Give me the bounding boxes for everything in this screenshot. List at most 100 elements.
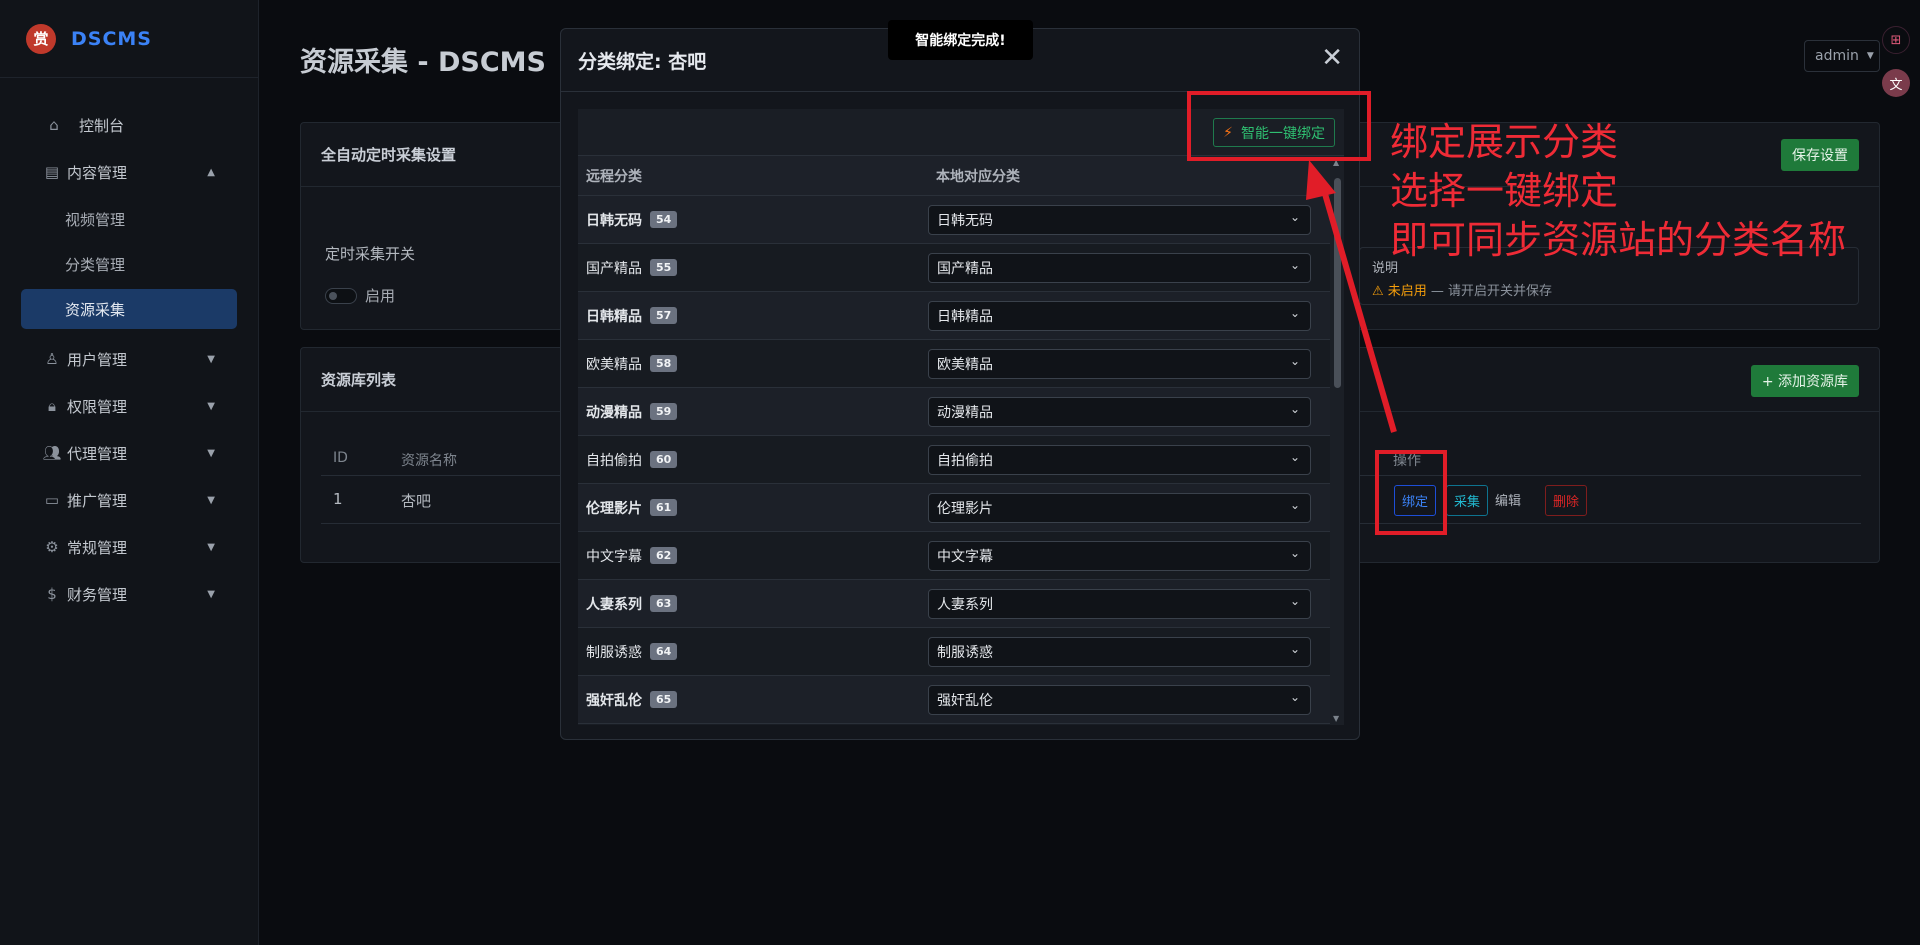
local-category-select[interactable]: 制服诱惑 ⌄ [928, 636, 1311, 667]
scroll-down-icon[interactable]: ▼ [1333, 714, 1339, 723]
caret-down-icon: ▼ [1866, 51, 1874, 61]
local-category-select[interactable]: 自拍偷拍 ⌄ [928, 444, 1311, 475]
binding-rows: 日韩无码 54 日韩无码 ⌄ 国产精品 55 国产精品 ⌄ 日韩精品 57 日韩精品 ⌄ 欧美精品 58 欧… [578, 196, 1344, 724]
caret-up-icon: ▲ [207, 166, 215, 178]
remote-category: 动漫精品 59 [578, 402, 928, 422]
scroll-thumb[interactable] [1334, 178, 1341, 388]
row-name: 杏吧 [401, 492, 432, 510]
local-category-select[interactable]: 人妻系列 ⌄ [928, 588, 1311, 619]
brand[interactable]: 赏 DSCMS [0, 0, 258, 78]
remote-category: 欧美精品 58 [578, 354, 928, 374]
sidebar-item-videos[interactable]: 视频管理 [21, 199, 237, 239]
chevron-down-icon: ⌄ [1289, 449, 1300, 464]
table-row: 动漫精品 59 动漫精品 ⌄ [578, 388, 1344, 436]
close-icon[interactable]: ✕ [1321, 45, 1343, 71]
sidebar-item-general[interactable]: ⚙ 常规管理 ▼ [21, 527, 237, 567]
category-id-badge: 61 [650, 499, 678, 516]
remote-category: 日韩精品 57 [578, 306, 928, 326]
film-icon: ▤ [44, 163, 60, 181]
annotation-box-smart [1187, 91, 1371, 161]
local-category-select[interactable]: 伦理影片 ⌄ [928, 492, 1311, 523]
sidebar-item-categories[interactable]: 分类管理 [21, 244, 237, 284]
lock-icon: 🔒︎ [48, 397, 56, 415]
local-category-select[interactable]: 日韩无码 ⌄ [928, 204, 1311, 235]
note-text: — 请开启开关并保存 [1426, 284, 1553, 299]
binding-table-panel: ⚡︎ 智能一键绑定 远程分类 本地对应分类 日韩无码 54 日韩无码 ⌄ 国产精品 55 国… [578, 109, 1344, 725]
local-category-select[interactable]: 国产精品 ⌄ [928, 252, 1311, 283]
remote-category-name: 制服诱惑 [586, 644, 642, 661]
caret-down-icon: ▼ [207, 541, 215, 553]
col-name: 资源名称 [401, 453, 457, 469]
select-value: 日韩精品 [937, 308, 993, 325]
sidebar-item-label: 用户管理 [67, 350, 128, 369]
schedule-toggle[interactable]: 启用 [325, 285, 395, 306]
local-category-select[interactable]: 欧美精品 ⌄ [928, 348, 1311, 379]
select-value: 制服诱惑 [937, 644, 993, 661]
annotation-line: 选择一键绑定 [1390, 169, 1619, 213]
dollar-icon: $ [47, 585, 57, 603]
remote-category-name: 国产精品 [586, 260, 642, 277]
sidebar: 赏 DSCMS ⌂ 控制台 ▤ 内容管理 ▲ 视频管理 分类管理 资源采集 ♙ … [0, 0, 259, 945]
remote-category-name: 中文字幕 [586, 548, 642, 565]
home-icon: ⌂ [49, 116, 59, 134]
local-category-select[interactable]: 日韩精品 ⌄ [928, 300, 1311, 331]
remote-category-name: 自拍偷拍 [586, 452, 642, 469]
category-id-badge: 65 [650, 691, 678, 708]
scrollbar[interactable]: ▲ ▼ [1330, 156, 1344, 725]
sidebar-item-label: 内容管理 [67, 163, 128, 182]
annotation-text: 绑定展示分类 选择一键绑定 即可同步资源站的分类名称 [1390, 118, 1846, 265]
translate-icon[interactable]: 文 [1882, 69, 1910, 97]
user-menu[interactable]: admin ▼ [1804, 40, 1880, 72]
sidebar-item-label: 常规管理 [67, 538, 128, 557]
sidebar-item-finance[interactable]: $ 财务管理 ▼ [21, 574, 237, 614]
users-icon: 👥︎ [42, 444, 62, 462]
chevron-down-icon: ⌄ [1289, 593, 1300, 608]
select-value: 人妻系列 [937, 596, 993, 613]
sidebar-item-content[interactable]: ▤ 内容管理 ▲ [21, 152, 237, 192]
sidebar-item-collect[interactable]: 资源采集 [21, 289, 237, 329]
remote-category-name: 伦理影片 [586, 500, 642, 517]
local-category-select[interactable]: 强奸乱伦 ⌄ [928, 684, 1311, 715]
edit-button[interactable]: 编辑 [1495, 490, 1521, 509]
table-row: 日韩精品 57 日韩精品 ⌄ [578, 292, 1344, 340]
collect-button[interactable]: 采集 [1446, 485, 1489, 516]
sidebar-item-permissions[interactable]: 🔒︎ 权限管理 ▼ [21, 386, 237, 426]
select-value: 动漫精品 [937, 404, 993, 421]
sidebar-item-promotion[interactable]: ▭ 推广管理 ▼ [21, 480, 237, 520]
sidebar-item-label: 控制台 [79, 116, 125, 135]
remote-category: 伦理影片 61 [578, 498, 928, 518]
user-name: admin [1815, 48, 1859, 64]
toggle-switch[interactable] [325, 287, 357, 304]
table-row: 制服诱惑 64 制服诱惑 ⌄ [578, 628, 1344, 676]
annotation-line: 即可同步资源站的分类名称 [1390, 218, 1847, 262]
sidebar-item-label: 权限管理 [67, 397, 128, 416]
delete-button[interactable]: 删除 [1545, 485, 1588, 516]
category-id-badge: 55 [650, 259, 678, 276]
col-id: ID [333, 450, 348, 466]
chevron-down-icon: ⌄ [1289, 353, 1300, 368]
add-library-button[interactable]: + 添加资源库 [1750, 365, 1859, 397]
annotation-box-bind [1375, 450, 1447, 535]
category-id-badge: 63 [650, 595, 678, 612]
select-value: 自拍偷拍 [937, 452, 993, 469]
local-category-select[interactable]: 中文字幕 ⌄ [928, 540, 1311, 571]
table-row: 国产精品 55 国产精品 ⌄ [578, 244, 1344, 292]
caret-down-icon: ▼ [207, 588, 215, 600]
binding-table-header: 远程分类 本地对应分类 [578, 156, 1344, 196]
sidebar-item-label: 财务管理 [67, 585, 128, 604]
col-local: 本地对应分类 [936, 168, 1020, 185]
note-status: ⚠ 未启用 [1372, 284, 1427, 299]
category-id-badge: 59 [650, 403, 678, 420]
table-row: 人妻系列 63 人妻系列 ⌄ [578, 580, 1344, 628]
col-remote: 远程分类 [586, 168, 642, 185]
sidebar-item-agents[interactable]: 👥︎ 代理管理 ▼ [21, 433, 237, 473]
table-row: 强奸乱伦 65 强奸乱伦 ⌄ [578, 676, 1344, 724]
chevron-down-icon: ⌄ [1289, 689, 1300, 704]
sidebar-item-dashboard[interactable]: ⌂ 控制台 [21, 105, 237, 145]
apps-icon[interactable]: ⊞ [1882, 26, 1910, 54]
local-category-select[interactable]: 动漫精品 ⌄ [928, 396, 1311, 427]
caret-down-icon: ▼ [207, 447, 215, 459]
remote-category-name: 动漫精品 [586, 404, 642, 421]
sidebar-item-users[interactable]: ♙ 用户管理 ▼ [21, 339, 237, 379]
table-row: 中文字幕 62 中文字幕 ⌄ [578, 532, 1344, 580]
